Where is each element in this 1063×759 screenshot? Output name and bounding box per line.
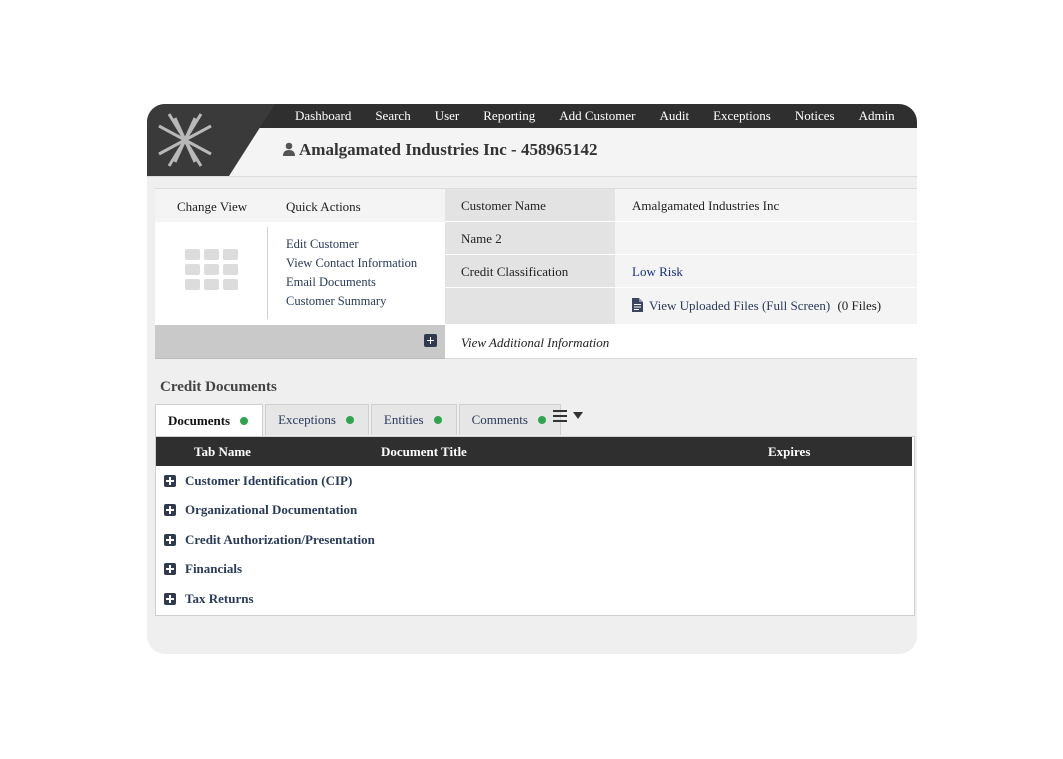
nav-dashboard[interactable]: Dashboard bbox=[283, 108, 363, 124]
email-documents-link[interactable]: Email Documents bbox=[286, 273, 417, 292]
table-header: Tab Name Document Title Expires bbox=[156, 437, 912, 466]
info-row-files: View Uploaded Files (Full Screen) (0 Fil… bbox=[445, 288, 917, 325]
row-label: Tax Returns bbox=[185, 591, 254, 606]
expand-plus-icon[interactable] bbox=[164, 593, 176, 605]
nav-search[interactable]: Search bbox=[363, 108, 422, 124]
view-additional-info-link[interactable]: View Additional Information bbox=[461, 335, 609, 351]
customer-title: Amalgamated Industries Inc - 458965142 bbox=[299, 140, 598, 159]
tab-label: Documents bbox=[168, 413, 231, 428]
full-screen-link[interactable]: (Full Screen) bbox=[762, 298, 830, 313]
nav-admin[interactable]: Admin bbox=[847, 108, 907, 124]
hamburger-icon bbox=[553, 410, 567, 422]
tab-label: Entities bbox=[383, 412, 424, 427]
main-nav: Dashboard Search User Reporting Add Cust… bbox=[283, 104, 907, 128]
credit-classification-label: Credit Classification bbox=[461, 264, 569, 279]
nav-exceptions[interactable]: Exceptions bbox=[701, 108, 783, 124]
tab-label: Comments bbox=[471, 412, 528, 427]
row-label: Customer Identification (CIP) bbox=[185, 473, 353, 488]
tab-entities[interactable]: Entities bbox=[370, 404, 457, 435]
nav-add-customer[interactable]: Add Customer bbox=[547, 108, 647, 124]
tab-documents[interactable]: Documents bbox=[155, 404, 264, 437]
table-row[interactable]: Customer Identification (CIP) bbox=[164, 471, 352, 491]
info-row-customer-name: Customer Name Amalgamated Industries Inc bbox=[445, 189, 917, 222]
panel-header: Change View Quick Actions bbox=[155, 189, 445, 222]
files-count: (0 Files) bbox=[837, 298, 882, 313]
row-label: Financials bbox=[185, 561, 243, 576]
name-2-label: Name 2 bbox=[461, 231, 502, 246]
caret-down-icon bbox=[573, 412, 583, 419]
divider bbox=[267, 227, 268, 319]
tab-exceptions[interactable]: Exceptions bbox=[265, 404, 369, 435]
status-dot bbox=[345, 416, 354, 424]
person-icon bbox=[283, 142, 295, 156]
nav-reporting[interactable]: Reporting bbox=[471, 108, 547, 124]
row-label: Credit Authorization/Presentation bbox=[185, 532, 375, 547]
info-row-name-2: Name 2 bbox=[445, 222, 917, 255]
edit-customer-link[interactable]: Edit Customer bbox=[286, 235, 417, 254]
nav-user[interactable]: User bbox=[423, 108, 472, 124]
page-title: Amalgamated Industries Inc - 458965142 bbox=[283, 140, 597, 160]
tab-label: Exceptions bbox=[278, 412, 336, 427]
credit-documents-title: Credit Documents bbox=[160, 379, 277, 395]
status-dot bbox=[537, 416, 546, 424]
table-row[interactable]: Financials bbox=[164, 559, 242, 579]
column-header-document-title[interactable]: Document Title bbox=[381, 444, 467, 460]
customer-name-value: Amalgamated Industries Inc bbox=[632, 198, 780, 213]
expand-plus-icon[interactable] bbox=[164, 563, 176, 575]
expand-plus-icon[interactable] bbox=[424, 334, 437, 347]
quick-actions-list: Edit Customer View Contact Information E… bbox=[286, 235, 417, 311]
table-row[interactable]: Tax Returns bbox=[164, 589, 254, 609]
table-row[interactable]: Organizational Documentation bbox=[164, 500, 357, 520]
expand-plus-icon[interactable] bbox=[164, 534, 176, 546]
info-row-credit-classification: Credit Classification Low Risk bbox=[445, 255, 917, 288]
view-additional-info-row: View Additional Information bbox=[445, 325, 917, 359]
view-contact-info-link[interactable]: View Contact Information bbox=[286, 254, 417, 273]
view-uploaded-files-link[interactable]: View Uploaded Files bbox=[649, 298, 759, 313]
tab-comments[interactable]: Comments bbox=[458, 404, 561, 435]
customer-name-label: Customer Name bbox=[461, 198, 546, 213]
customer-summary-link[interactable]: Customer Summary bbox=[286, 292, 417, 311]
quick-actions-label: Quick Actions bbox=[286, 199, 361, 214]
expand-plus-icon[interactable] bbox=[164, 504, 176, 516]
documents-table: Tab Name Document Title Expires Customer… bbox=[155, 436, 915, 616]
column-header-tab-name[interactable]: Tab Name bbox=[194, 444, 251, 460]
tab-menu-dropdown[interactable] bbox=[553, 410, 583, 422]
status-dot bbox=[433, 416, 442, 424]
expand-plus-icon[interactable] bbox=[164, 475, 176, 487]
panel-footer bbox=[155, 325, 445, 359]
status-dot bbox=[240, 417, 249, 425]
document-icon bbox=[632, 298, 643, 312]
grid-view-icon[interactable] bbox=[185, 249, 239, 291]
column-header-expires[interactable]: Expires bbox=[768, 444, 810, 460]
customer-info-panel: Change View Quick Actions Edit Customer … bbox=[155, 188, 917, 359]
nav-notices[interactable]: Notices bbox=[783, 108, 847, 124]
document-tabs: Documents Exceptions Entities Comments bbox=[155, 404, 563, 437]
credit-classification-value: Low Risk bbox=[632, 264, 683, 279]
table-row[interactable]: Credit Authorization/Presentation bbox=[164, 530, 375, 550]
app-window: Dashboard Search User Reporting Add Cust… bbox=[147, 104, 917, 654]
change-view-label[interactable]: Change View bbox=[177, 199, 247, 215]
row-label: Organizational Documentation bbox=[185, 502, 358, 517]
nav-audit[interactable]: Audit bbox=[647, 108, 701, 124]
